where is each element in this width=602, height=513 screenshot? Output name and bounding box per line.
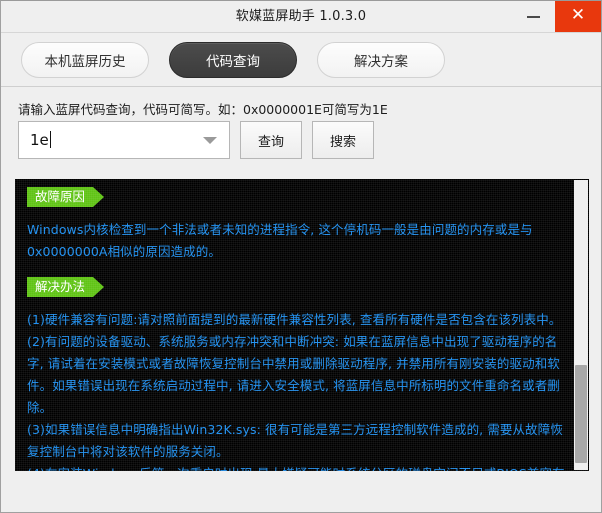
code-input-value[interactable]: 1e — [19, 131, 51, 149]
tab-code-query[interactable]: 代码查询 — [169, 41, 297, 78]
solution-item: (2)有问题的设备驱动、系统服务或内存冲突和中断冲突: 如果在蓝屏信息中出现了驱… — [27, 334, 560, 415]
search-hint-text: 请输入蓝屏代码查询，代码可简写。如：0x0000001E可简写为1E — [18, 102, 388, 117]
cause-text: Windows内核检查到一个非法或者未知的进程指令, 这个停机码一般是由问题的内… — [27, 222, 533, 259]
window-controls: ✕ — [511, 1, 601, 32]
text-caret — [49, 131, 51, 148]
solution-item: (3)如果错误信息中明确指出Win32K.sys: 很有可能是第三方远程控制软件… — [27, 422, 563, 459]
scrollbar-thumb[interactable] — [575, 365, 587, 463]
tab-label: 解决方案 — [354, 53, 408, 70]
tab-bar: 本机蓝屏历史 代码查询 解决方案 — [1, 33, 601, 87]
result-content: 故障原因 Windows内核检查到一个非法或者未知的进程指令, 这个停机码一般是… — [15, 179, 573, 471]
query-button-label: 查询 — [257, 134, 284, 150]
close-button[interactable]: ✕ — [555, 1, 601, 32]
code-input-text: 1e — [30, 131, 49, 149]
tab-label: 代码查询 — [206, 53, 260, 70]
cause-badge: 故障原因 — [27, 187, 105, 207]
title-bar: 软媒蓝屏助手 1.0.3.0 ✕ — [1, 1, 601, 33]
result-scrollbar[interactable] — [574, 180, 588, 470]
search-row: 1e 查询 搜索 — [18, 121, 374, 159]
code-combobox[interactable]: 1e — [18, 121, 230, 159]
main-content: 请输入蓝屏代码查询，代码可简写。如：0x0000001E可简写为1E 1e 查询… — [1, 87, 601, 512]
close-icon: ✕ — [570, 5, 586, 25]
tab-label: 本机蓝屏历史 — [44, 53, 126, 70]
app-window: 软媒蓝屏助手 1.0.3.0 ✕ 本机蓝屏历史 代码查询 解决方案 请输入蓝屏代… — [0, 0, 602, 513]
solution-item: (1)硬件兼容有问题:请对照前面提到的最新硬件兼容性列表, 查看所有硬件是否包含… — [27, 312, 562, 327]
minimize-button[interactable] — [511, 1, 555, 32]
solution-badge: 解决办法 — [27, 277, 105, 297]
tab-bluescreen-history[interactable]: 本机蓝屏历史 — [21, 41, 149, 78]
query-button[interactable]: 查询 — [240, 121, 302, 159]
search-button-label: 搜索 — [329, 134, 356, 150]
solution-list: (1)硬件兼容有问题:请对照前面提到的最新硬件兼容性列表, 查看所有硬件是否包含… — [27, 309, 567, 471]
result-panel: 故障原因 Windows内核检查到一个非法或者未知的进程指令, 这个停机码一般是… — [15, 179, 589, 471]
tab-solutions[interactable]: 解决方案 — [317, 41, 445, 78]
chevron-down-icon[interactable] — [203, 137, 217, 144]
solution-item: (4)在安装Windows后第一次重启时出现:最大嫌疑可能时系统分区的磁盘空间不… — [27, 463, 567, 471]
search-button[interactable]: 搜索 — [312, 121, 374, 159]
